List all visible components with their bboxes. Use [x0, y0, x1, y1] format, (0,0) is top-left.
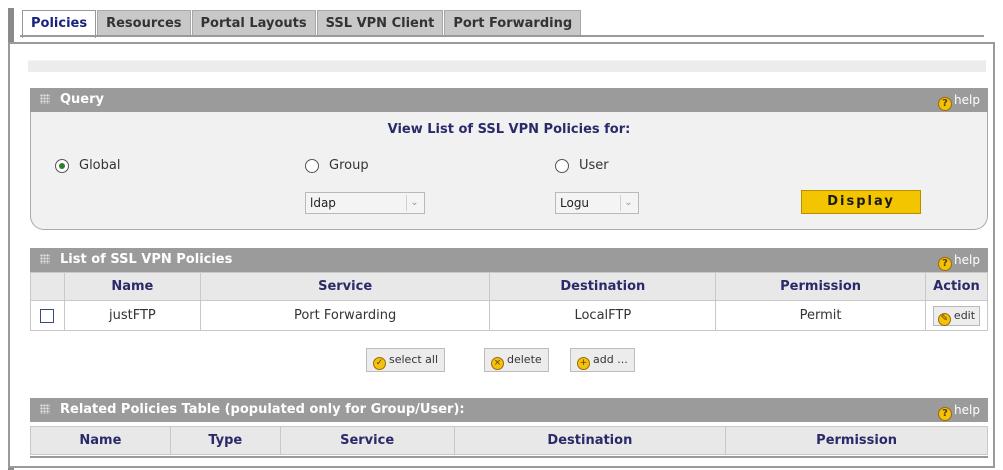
radio-group-label: Group	[329, 158, 369, 173]
query-panel: View List of SSL VPN Policies for: Globa…	[30, 112, 988, 230]
group-select-value: ldap	[310, 196, 336, 210]
column-header: Service	[279, 426, 455, 455]
tab-port-forwarding[interactable]: Port Forwarding	[444, 10, 582, 36]
policy-service: Port Forwarding	[199, 300, 491, 331]
display-button[interactable]: Display	[801, 190, 921, 214]
query-header: Query ? help	[30, 88, 988, 112]
radio-global-button[interactable]	[55, 158, 69, 173]
column-header: Permission	[715, 272, 926, 301]
related-header: Related Policies Table (populated only f…	[30, 398, 988, 422]
related-help-link[interactable]: ? help	[938, 398, 980, 422]
radio-group-button[interactable]	[305, 158, 319, 173]
row-checkbox-cell	[30, 300, 65, 331]
policy-name: justFTP	[63, 300, 201, 331]
related-header-label: Related Policies Table (populated only f…	[60, 402, 465, 417]
help-label: help	[954, 93, 980, 107]
help-icon: ?	[938, 97, 953, 111]
select-all-button[interactable]: ✓ select all	[366, 348, 446, 372]
query-title: View List of SSL VPN Policies for:	[387, 122, 631, 137]
radio-global-label: Global	[79, 158, 121, 173]
user-select-value: Logu	[560, 196, 590, 210]
query-help-link[interactable]: ? help	[938, 88, 980, 112]
tab-bar: Policies Resources Portal Layouts SSL VP…	[22, 10, 582, 38]
add-label: add ...	[593, 353, 628, 366]
policy-permission: Permit	[715, 300, 926, 331]
help-label: help	[954, 253, 980, 267]
radio-user-label: User	[579, 158, 609, 173]
delete-label: delete	[507, 353, 542, 366]
delete-button[interactable]: × delete	[484, 348, 549, 372]
radio-user-button[interactable]	[555, 158, 569, 173]
column-header: Name	[30, 426, 171, 455]
tab-portal-layouts[interactable]: Portal Layouts	[191, 10, 316, 36]
grip-icon	[40, 254, 50, 264]
policy-destination: LocalFTP	[489, 300, 717, 331]
group-select[interactable]: ldap ⌄	[305, 192, 425, 214]
row-checkbox[interactable]	[40, 308, 55, 323]
radio-group[interactable]: Group	[305, 158, 369, 173]
chevron-down-icon: ⌄	[620, 195, 636, 211]
query-header-label: Query	[60, 92, 105, 107]
related-table: Name Type Service Destination Permission	[30, 426, 988, 455]
policies-help-link[interactable]: ? help	[938, 248, 980, 272]
chevron-down-icon: ⌄	[406, 195, 422, 211]
bottom-divider	[30, 456, 988, 458]
column-header: Permission	[725, 426, 988, 455]
table-row: justFTP Port Forwarding LocalFTP Permit …	[30, 300, 989, 331]
column-header: Destination	[453, 426, 727, 455]
help-icon: ?	[938, 257, 953, 271]
column-header	[30, 272, 65, 301]
add-button[interactable]: + add ...	[570, 348, 635, 372]
action-cell: ✎ edit	[924, 300, 989, 331]
help-label: help	[954, 403, 980, 417]
spacer-bar	[28, 60, 986, 72]
help-icon: ?	[938, 407, 953, 421]
check-icon: ✓	[373, 357, 386, 370]
tab-divider	[20, 35, 984, 37]
pencil-icon: ✎	[937, 312, 951, 326]
plus-icon: +	[577, 357, 590, 370]
policies-header-label: List of SSL VPN Policies	[60, 252, 233, 267]
column-header: Type	[169, 426, 281, 455]
tab-resources[interactable]: Resources	[97, 10, 191, 36]
edit-button[interactable]: ✎ edit	[932, 305, 981, 326]
radio-global[interactable]: Global	[55, 158, 120, 173]
grip-icon	[40, 404, 50, 414]
x-icon: ×	[491, 357, 504, 370]
edit-label: edit	[953, 308, 976, 322]
tab-policies[interactable]: Policies	[22, 10, 97, 38]
select-all-label: select all	[389, 353, 439, 366]
table-header-row: Name Service Destination Permission Acti…	[30, 272, 989, 301]
table-header-row: Name Type Service Destination Permission	[30, 426, 988, 455]
policies-table: Name Service Destination Permission Acti…	[30, 272, 989, 331]
column-header: Action	[924, 272, 989, 301]
column-header: Destination	[489, 272, 717, 301]
policies-header: List of SSL VPN Policies ? help	[30, 248, 988, 272]
tab-ssl-vpn-client[interactable]: SSL VPN Client	[316, 10, 444, 36]
column-header: Service	[199, 272, 491, 301]
grip-icon	[40, 94, 50, 104]
user-select[interactable]: Logu ⌄	[555, 192, 639, 214]
column-header: Name	[63, 272, 201, 301]
radio-user[interactable]: User	[555, 158, 609, 173]
